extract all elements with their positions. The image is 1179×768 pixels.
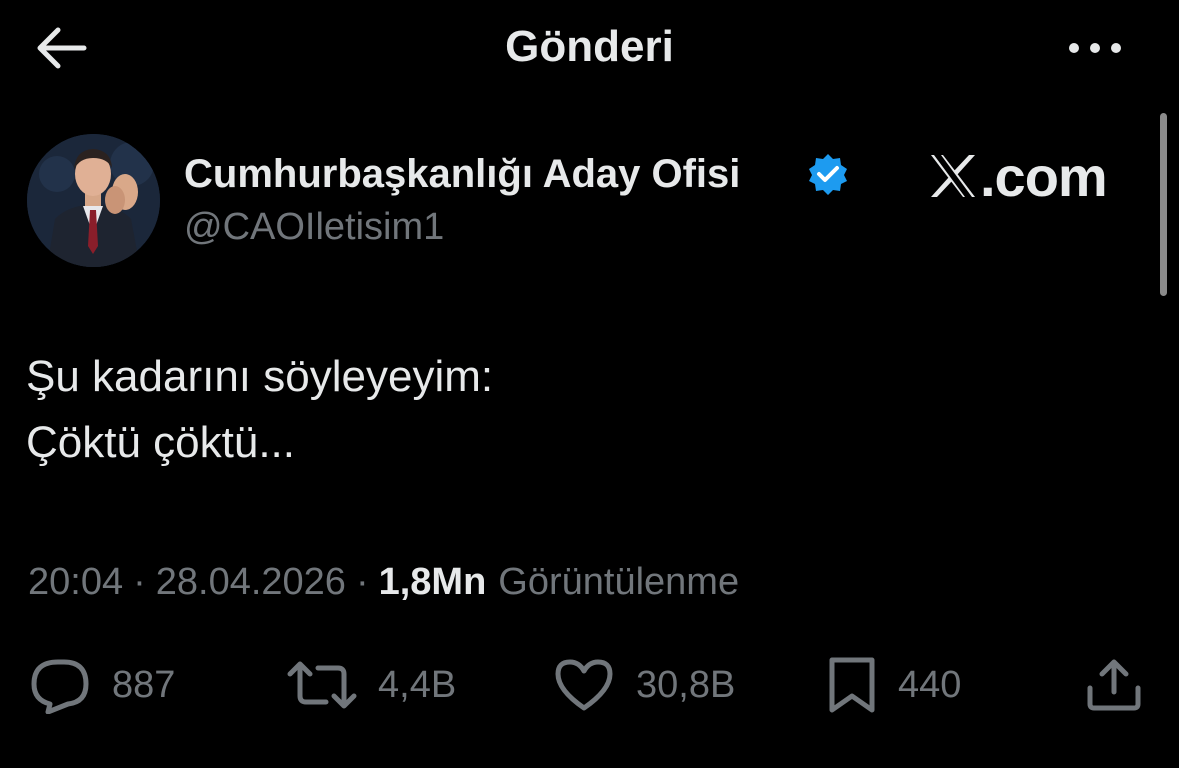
tweet-text-line: Şu kadarını söyleyeyim: — [26, 352, 494, 401]
more-horizontal-icon — [1069, 43, 1121, 53]
author-handle[interactable]: @CAOIletisim1 — [184, 206, 444, 249]
repost-icon — [287, 661, 357, 709]
page-title: Gönderi — [505, 22, 674, 71]
bookmark-count: 440 — [898, 663, 962, 706]
more-options-button[interactable] — [1062, 30, 1128, 66]
x-logo-icon — [931, 155, 975, 197]
tweet-text-line: Çöktü çöktü... — [26, 418, 296, 467]
reply-icon — [31, 659, 89, 714]
heart-icon — [555, 659, 613, 711]
avatar[interactable] — [27, 134, 160, 267]
bookmark-icon — [829, 657, 875, 713]
watermark-text: .com — [980, 144, 1108, 208]
post-date[interactable]: 28.04.2026 — [156, 561, 346, 604]
post-metadata: 20:04 · 28.04.2026 · 1,8Mn Görüntülenme — [28, 558, 739, 606]
repost-count: 4,4B — [378, 663, 457, 706]
bookmark-button[interactable]: 440 — [826, 656, 961, 714]
author-display-name[interactable]: Cumhurbaşkanlığı Aday Ofisi — [184, 152, 740, 197]
person-photo — [27, 134, 160, 267]
repost-button[interactable]: 4,4B — [286, 656, 456, 714]
verified-badge-icon — [809, 154, 847, 195]
separator-dot: · — [133, 560, 146, 603]
reply-button[interactable]: 887 — [28, 656, 175, 714]
like-count: 30,8B — [636, 663, 736, 706]
reply-count: 887 — [112, 663, 176, 706]
share-icon — [1087, 659, 1141, 711]
separator-dot: · — [355, 560, 369, 603]
views-count[interactable]: 1,8Mn — [379, 561, 487, 604]
scrollbar[interactable] — [1160, 113, 1167, 296]
post-time[interactable]: 20:04 — [28, 561, 123, 604]
share-button[interactable] — [1084, 656, 1144, 714]
x-com-watermark: .com — [928, 144, 1128, 208]
top-bar: Gönderi — [0, 0, 1179, 100]
like-button[interactable]: 30,8B — [552, 656, 735, 714]
views-label: Görüntülenme — [498, 560, 740, 603]
post-detail-screen: Gönderi Cumhurbaşkanlığı Aday Ofisi @CAO… — [0, 0, 1179, 768]
